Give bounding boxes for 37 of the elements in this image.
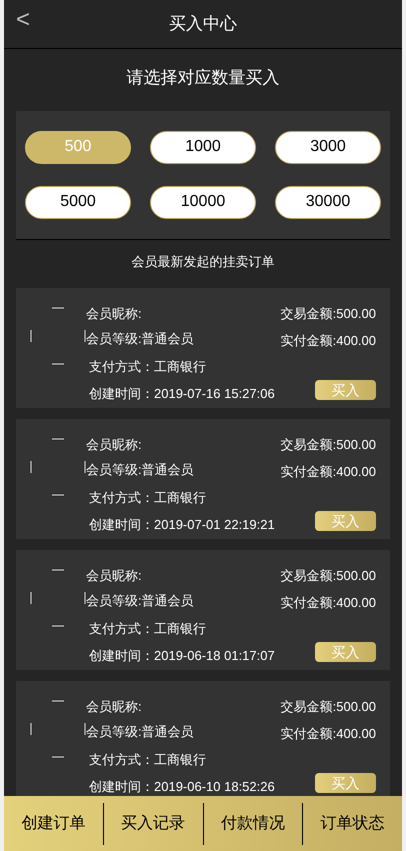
paid-amount: 实付金额:400.00 xyxy=(280,594,376,612)
amount-option[interactable]: 5000 xyxy=(25,186,131,218)
back-button[interactable]: < xyxy=(16,8,30,32)
payment-method: 支付方式：工商银行 xyxy=(88,358,207,376)
tab-bar-item[interactable]: 订单状态 xyxy=(320,802,385,844)
payment-method: 支付方式：工商银行 xyxy=(88,620,207,638)
amount-option[interactable]: 10000 xyxy=(150,186,256,218)
payment-method: 支付方式：工商银行 xyxy=(88,488,207,507)
section-title: 会员最新发起的挂卖订单 xyxy=(130,252,276,270)
amount-option[interactable]: 30000 xyxy=(275,186,381,218)
created-time: 创建时间：2019-06-10 18:52:26 xyxy=(88,778,275,796)
trade-amount: 交易金额:500.00 xyxy=(280,436,376,454)
member-nickname: 会员昵称: xyxy=(86,436,142,454)
member-level: 会员等级:普通会员 xyxy=(86,330,194,348)
member-nickname: 会员昵称: xyxy=(86,567,142,585)
member-nickname: 会员昵称: xyxy=(86,698,142,716)
created-time: 创建时间：2019-07-01 22:19:21 xyxy=(88,516,275,534)
created-time: 创建时间：2019-07-16 15:27:06 xyxy=(88,385,275,404)
payment-method: 支付方式：工商银行 xyxy=(88,750,207,769)
amount-option[interactable]: 1000 xyxy=(150,130,256,164)
tab-bar-item[interactable]: 买入记录 xyxy=(121,802,186,844)
member-level: 会员等级:普通会员 xyxy=(86,723,194,742)
amount-option[interactable]: 3000 xyxy=(275,130,381,164)
paid-amount: 实付金额:400.00 xyxy=(280,725,376,744)
trade-amount: 交易金额:500.00 xyxy=(280,305,376,323)
tab-bar-item[interactable]: 创建订单 xyxy=(21,802,86,844)
tab-bar-item[interactable]: 付款情况 xyxy=(220,802,285,844)
trade-amount: 交易金额:500.00 xyxy=(280,567,376,585)
page-title: 买入中心 xyxy=(169,13,237,36)
created-time: 创建时间：2019-06-18 01:17:07 xyxy=(88,647,275,666)
paid-amount: 实付金额:400.00 xyxy=(280,463,376,482)
prompt-text: 请选择对应数量买入 xyxy=(126,67,280,89)
member-level: 会员等级:普通会员 xyxy=(86,592,194,610)
member-nickname: 会员昵称: xyxy=(86,305,142,323)
paid-amount: 实付金额:400.00 xyxy=(280,332,376,350)
member-level: 会员等级:普通会员 xyxy=(86,461,194,480)
trade-amount: 交易金额:500.00 xyxy=(280,698,376,716)
